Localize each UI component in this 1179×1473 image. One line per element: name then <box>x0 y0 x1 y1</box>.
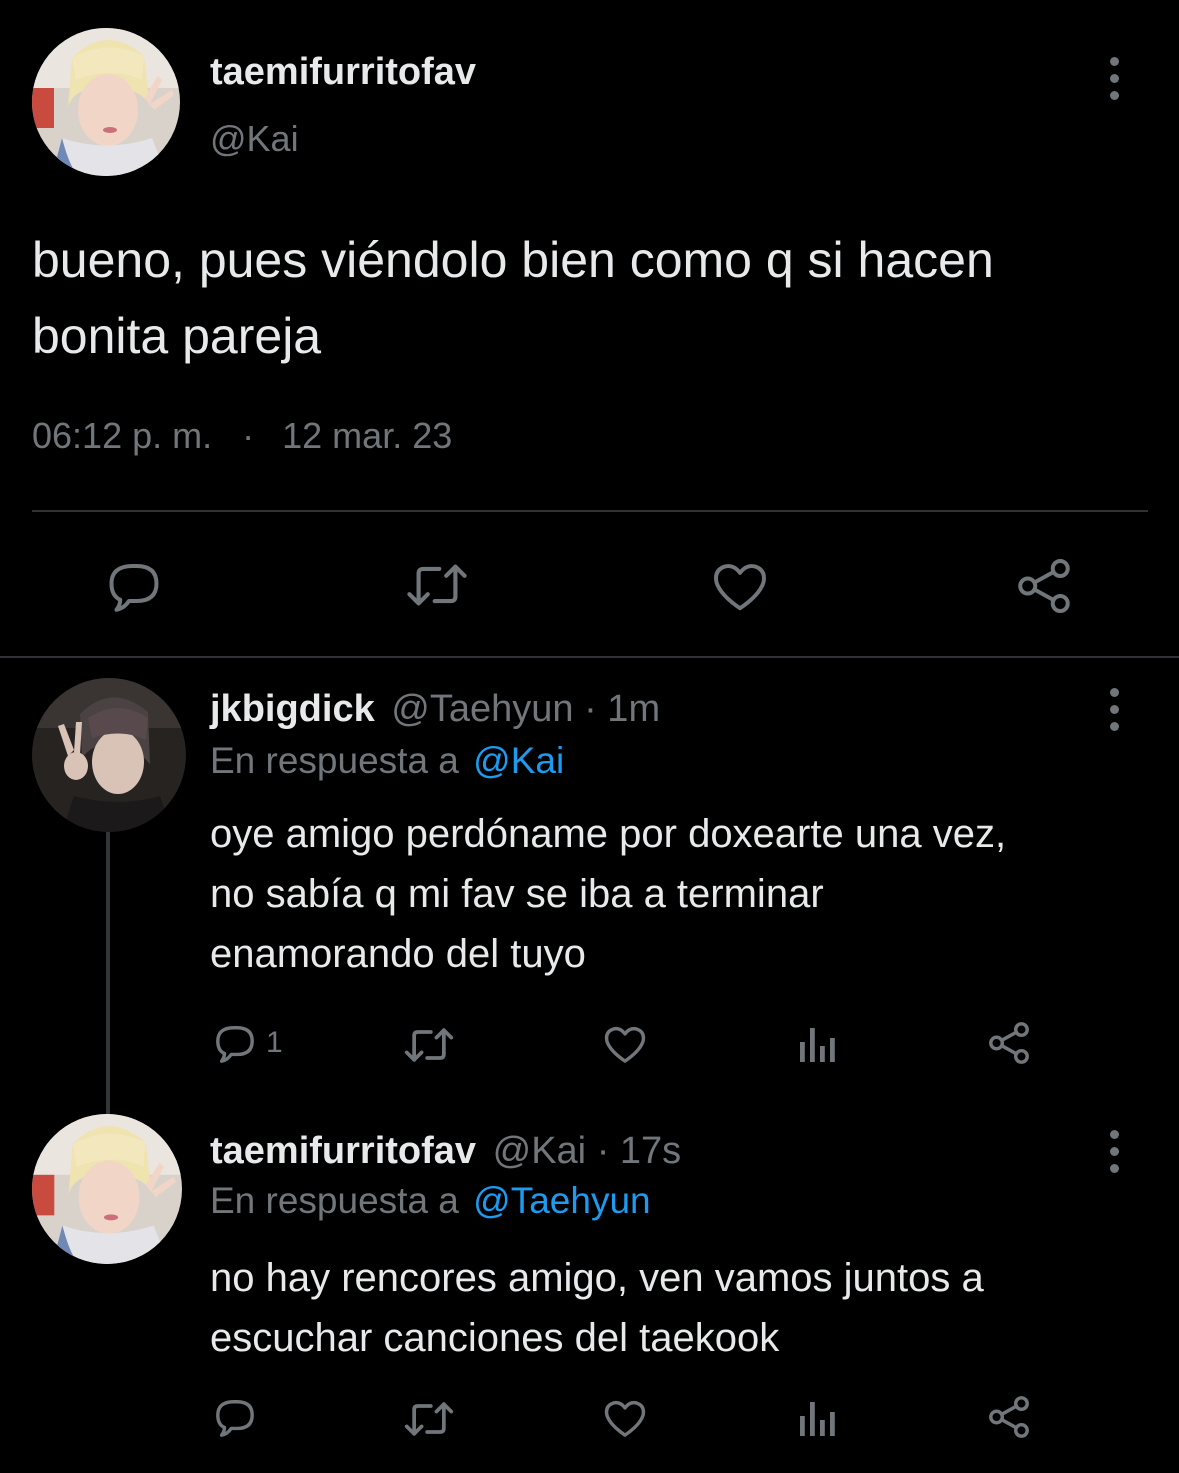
like-button[interactable] <box>602 1398 648 1438</box>
share-button[interactable] <box>986 1020 1032 1066</box>
handle[interactable]: @Kai <box>493 1130 587 1172</box>
reply-icon <box>216 1400 254 1437</box>
tweet-text: oye amigo perdóname por doxearte una vez… <box>210 804 1006 984</box>
avatar[interactable] <box>32 678 186 832</box>
retweet-button[interactable] <box>403 1400 455 1438</box>
in-reply-handle[interactable]: @Taehyun <box>473 1180 650 1221</box>
tweet-age[interactable]: · 1m <box>584 688 660 730</box>
tweet-text: bueno, pues viéndolo bien como q si hace… <box>32 222 994 374</box>
reply-button[interactable] <box>104 558 164 614</box>
reply-header: jkbigdick @Taehyun · 1m <box>210 686 660 732</box>
in-reply-to: En respuesta a @Kai <box>210 738 564 784</box>
display-name[interactable]: jkbigdick <box>210 688 375 730</box>
more-options-icon[interactable] <box>1108 1130 1120 1173</box>
tweet-text-line: enamorando del tuyo <box>210 932 586 976</box>
analytics-icon <box>800 1402 835 1436</box>
timestamp-separator: · <box>242 415 255 456</box>
retweet-button[interactable] <box>403 1026 455 1064</box>
display-name[interactable]: taemifurritofav <box>210 50 476 94</box>
in-reply-prefix: En respuesta a <box>210 740 459 781</box>
analytics-icon <box>800 1028 835 1062</box>
tweet-time: 06:12 p. m. <box>32 415 213 456</box>
tweet-text-line: escuchar canciones del taekook <box>210 1316 780 1360</box>
retweet-button[interactable] <box>404 562 470 608</box>
like-button[interactable] <box>710 560 770 612</box>
avatar[interactable] <box>32 28 180 176</box>
reply-icon <box>216 1026 254 1063</box>
analytics-button[interactable] <box>798 1026 838 1062</box>
reply-button[interactable]: 1 <box>212 1022 283 1064</box>
in-reply-to: En respuesta a @Taehyun <box>210 1178 651 1224</box>
like-button[interactable] <box>602 1024 648 1064</box>
display-name[interactable]: taemifurritofav <box>210 1130 476 1172</box>
like-icon <box>604 1026 646 1063</box>
retweet-icon <box>404 1028 454 1062</box>
reply-button[interactable] <box>212 1396 258 1438</box>
tweet-text-line: bonita pareja <box>32 308 322 364</box>
tweet-text-line: oye amigo perdóname por doxearte una vez… <box>210 812 1007 856</box>
reply-icon <box>109 564 159 612</box>
tweet-text-line: no sabía q mi fav se iba a terminar <box>210 872 824 916</box>
share-button[interactable] <box>1014 556 1074 616</box>
handle[interactable]: @Kai <box>210 118 299 160</box>
divider <box>32 510 1148 512</box>
like-icon <box>604 1400 646 1437</box>
avatar[interactable] <box>32 1114 182 1264</box>
tweet-text: no hay rencores amigo, ven vamos juntos … <box>210 1248 984 1368</box>
more-options-icon[interactable] <box>1108 688 1120 731</box>
share-icon <box>989 1396 1029 1438</box>
more-options-icon[interactable] <box>1108 57 1120 100</box>
tweet-text-line: no hay rencores amigo, ven vamos juntos … <box>210 1256 984 1300</box>
analytics-button[interactable] <box>798 1400 838 1436</box>
tweet-date: 12 mar. 23 <box>282 415 453 456</box>
tweet-timestamp[interactable]: 06:12 p. m. · 12 mar. 23 <box>32 414 452 458</box>
reply-count: 1 <box>266 1026 283 1059</box>
handle[interactable]: @Taehyun <box>391 688 573 730</box>
divider <box>0 656 1179 658</box>
retweet-icon <box>407 564 467 606</box>
share-icon <box>989 1022 1029 1064</box>
tweet-text-line: bueno, pues viéndolo bien como q si hace… <box>32 232 994 288</box>
reply-header: taemifurritofav @Kai · 17s <box>210 1128 681 1174</box>
tweet-age[interactable]: · 17s <box>597 1130 681 1172</box>
share-button[interactable] <box>986 1394 1032 1440</box>
thread-line <box>106 832 110 1114</box>
in-reply-handle[interactable]: @Kai <box>473 740 564 781</box>
in-reply-prefix: En respuesta a <box>210 1180 459 1221</box>
like-icon <box>714 564 766 611</box>
retweet-icon <box>404 1402 454 1436</box>
share-icon <box>1018 559 1070 613</box>
